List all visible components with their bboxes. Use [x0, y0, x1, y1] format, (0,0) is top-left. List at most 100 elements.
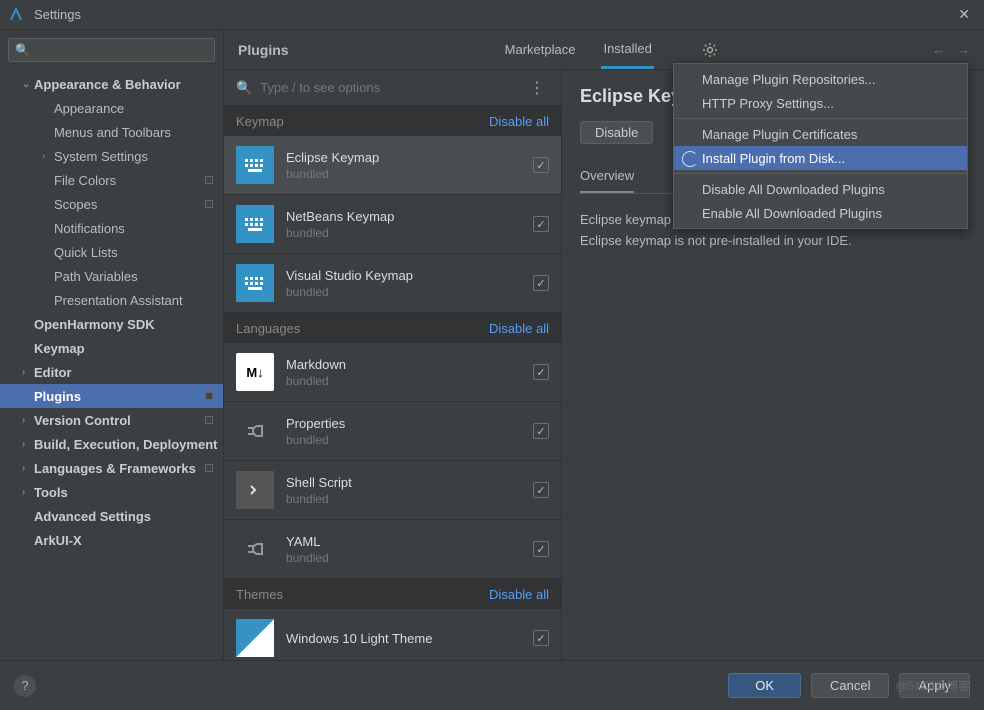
plugin-name: NetBeans Keymap [286, 209, 521, 224]
sidebar-item[interactable]: Scopes [0, 192, 223, 216]
plugin-subtitle: bundled [286, 492, 521, 506]
plugin-name: Shell Script [286, 475, 521, 490]
plugin-enable-checkbox[interactable]: ✓ [533, 630, 549, 646]
settings-sidebar: 🔍 ⌄Appearance & BehaviorAppearance Menus … [0, 30, 224, 660]
plugin-icon [236, 471, 274, 509]
menu-item[interactable]: Enable All Downloaded Plugins [674, 201, 967, 225]
menu-item[interactable]: Install Plugin from Disk... [674, 146, 967, 170]
menu-item[interactable]: Manage Plugin Repositories... [674, 67, 967, 91]
settings-tree: ⌄Appearance & BehaviorAppearance Menus an… [0, 70, 223, 660]
sidebar-item-label: Keymap [34, 341, 85, 356]
menu-item[interactable]: Disable All Downloaded Plugins [674, 177, 967, 201]
plugin-search-input[interactable] [260, 80, 525, 95]
sidebar-item[interactable]: Keymap [0, 336, 223, 360]
sidebar-item[interactable]: ›Editor [0, 360, 223, 384]
sidebar-item-label: Scopes [54, 197, 97, 212]
sidebar-item[interactable]: Appearance [0, 96, 223, 120]
app-logo-icon [8, 7, 24, 23]
plugin-name: Markdown [286, 357, 521, 372]
plugin-search-more-icon[interactable]: ⋮ [525, 78, 549, 98]
sidebar-item-label: ArkUI-X [34, 533, 82, 548]
menu-separator [674, 173, 967, 174]
sidebar-item[interactable]: Menus and Toolbars [0, 120, 223, 144]
sidebar-item[interactable]: ⌄Appearance & Behavior [0, 72, 223, 96]
sidebar-item[interactable]: ›Build, Execution, Deployment [0, 432, 223, 456]
plugin-item[interactable]: Visual Studio Keymapbundled✓ [224, 254, 561, 313]
ok-button[interactable]: OK [728, 673, 801, 698]
menu-item[interactable]: Manage Plugin Certificates [674, 122, 967, 146]
plugin-item[interactable]: Propertiesbundled✓ [224, 402, 561, 461]
plugin-subtitle: bundled [286, 374, 521, 388]
plugin-section-header: LanguagesDisable all [224, 313, 561, 343]
sidebar-item[interactable]: ›Tools [0, 480, 223, 504]
tab-marketplace[interactable]: Marketplace [503, 32, 578, 67]
window-title: Settings [34, 7, 952, 22]
plugin-item[interactable]: Eclipse Keymapbundled✓ [224, 136, 561, 195]
sidebar-item[interactable]: Plugins [0, 384, 223, 408]
disable-all-link[interactable]: Disable all [489, 321, 549, 336]
plugin-enable-checkbox[interactable]: ✓ [533, 541, 549, 557]
sidebar-item[interactable]: ArkUI-X [0, 528, 223, 552]
sidebar-item[interactable]: ›System Settings [0, 144, 223, 168]
sidebar-item[interactable]: OpenHarmony SDK [0, 312, 223, 336]
help-button[interactable]: ? [14, 675, 36, 697]
apply-button[interactable]: Apply [899, 673, 970, 698]
plugin-icon: M↓ [236, 353, 274, 391]
tab-installed[interactable]: Installed [601, 31, 653, 69]
project-badge-icon [205, 200, 213, 208]
sidebar-item-label: Menus and Toolbars [54, 125, 171, 140]
sidebar-item-label: OpenHarmony SDK [34, 317, 155, 332]
disable-button[interactable]: Disable [580, 121, 653, 144]
sidebar-item-label: Path Variables [54, 269, 138, 284]
plugin-enable-checkbox[interactable]: ✓ [533, 275, 549, 291]
plugin-icon [236, 619, 274, 657]
sidebar-item-label: Languages & Frameworks [34, 461, 196, 476]
plugin-icon [236, 205, 274, 243]
plugin-enable-checkbox[interactable]: ✓ [533, 364, 549, 380]
plugin-name: Eclipse Keymap [286, 150, 521, 165]
plugin-item[interactable]: NetBeans Keymapbundled✓ [224, 195, 561, 254]
plugin-enable-checkbox[interactable]: ✓ [533, 482, 549, 498]
sidebar-item-label: Tools [34, 485, 68, 500]
search-icon: 🔍 [15, 43, 30, 57]
sidebar-item-label: Build, Execution, Deployment [34, 437, 217, 452]
tab-overview[interactable]: Overview [580, 162, 634, 193]
plugin-icon [236, 146, 274, 184]
disable-all-link[interactable]: Disable all [489, 587, 549, 602]
sidebar-item[interactable]: ›Languages & Frameworks [0, 456, 223, 480]
title-bar: Settings ✕ [0, 0, 984, 30]
plugin-enable-checkbox[interactable]: ✓ [533, 423, 549, 439]
plugin-name: Properties [286, 416, 521, 431]
plugin-enable-checkbox[interactable]: ✓ [533, 157, 549, 173]
plugin-subtitle: bundled [286, 551, 521, 565]
plugin-item[interactable]: YAML bundled ✓ [224, 520, 561, 579]
sidebar-item-label: Plugins [34, 389, 81, 404]
sidebar-item-label: Notifications [54, 221, 125, 236]
plugin-name: Windows 10 Light Theme [286, 631, 521, 646]
nav-forward-icon[interactable]: → [957, 42, 970, 57]
sidebar-item[interactable]: Quick Lists [0, 240, 223, 264]
plugin-item[interactable]: Shell Script bundled ✓ [224, 461, 561, 520]
nav-back-icon[interactable]: ← [932, 42, 945, 57]
cancel-button[interactable]: Cancel [811, 673, 889, 698]
sidebar-item[interactable]: ›Version Control [0, 408, 223, 432]
plugin-icon [236, 530, 274, 568]
menu-item[interactable]: HTTP Proxy Settings... [674, 91, 967, 115]
plugin-item[interactable]: Windows 10 Light Theme ✓ [224, 609, 561, 660]
gear-icon[interactable] [702, 42, 718, 58]
close-icon[interactable]: ✕ [952, 4, 976, 25]
sidebar-item-label: Version Control [34, 413, 131, 428]
disable-all-link[interactable]: Disable all [489, 114, 549, 129]
sidebar-item[interactable]: Path Variables [0, 264, 223, 288]
sidebar-item[interactable]: Notifications [0, 216, 223, 240]
plugin-enable-checkbox[interactable]: ✓ [533, 216, 549, 232]
project-badge-icon [205, 176, 213, 184]
plugin-name: YAML [286, 534, 521, 549]
sidebar-item[interactable]: Advanced Settings [0, 504, 223, 528]
plugin-item[interactable]: M↓ Markdown bundled ✓ [224, 343, 561, 402]
sidebar-search-input[interactable] [34, 43, 208, 57]
sidebar-search[interactable]: 🔍 [8, 38, 215, 62]
sidebar-item[interactable]: File Colors [0, 168, 223, 192]
sidebar-item[interactable]: Presentation Assistant [0, 288, 223, 312]
plugin-icon [236, 264, 274, 302]
